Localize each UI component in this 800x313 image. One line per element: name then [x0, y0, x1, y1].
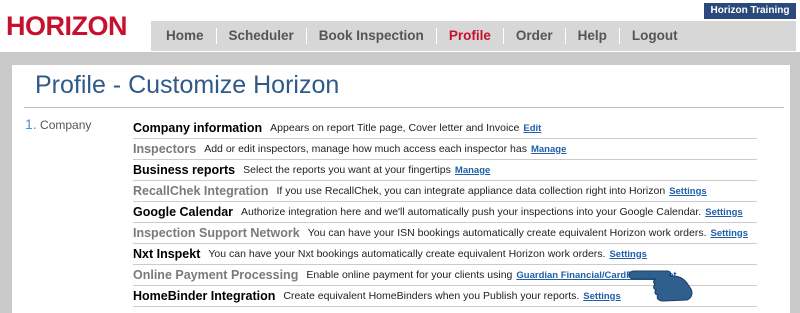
- row-description: Add or edit inspectors, manage how much …: [204, 143, 527, 155]
- row-title: HomeBinder Integration: [133, 289, 276, 303]
- nav-order[interactable]: Order: [504, 28, 566, 44]
- main-nav: Home Scheduler Book Inspection Profile O…: [151, 21, 796, 51]
- isn-settings-link[interactable]: Settings: [711, 228, 748, 239]
- settings-row-google-calendar: Google Calendar Authorize integration he…: [133, 202, 757, 223]
- row-title: Inspectors: [133, 142, 197, 156]
- row-title: Google Calendar: [133, 205, 234, 219]
- settings-row-inspectors: Inspectors Add or edit inspectors, manag…: [133, 139, 757, 160]
- row-description: Authorize integration here and we'll aut…: [241, 206, 702, 218]
- row-title: Nxt Inspekt: [133, 247, 201, 261]
- step-label: 1. Company: [25, 116, 91, 132]
- manage-reports-link[interactable]: Manage: [455, 165, 490, 176]
- row-title: Inspection Support Network: [133, 226, 300, 240]
- title-divider: [24, 107, 784, 108]
- row-description: Enable online payment for your clients u…: [306, 269, 513, 281]
- edit-link[interactable]: Edit: [523, 123, 541, 134]
- homebinder-settings-link[interactable]: Settings: [583, 291, 620, 302]
- nav-logout[interactable]: Logout: [620, 28, 690, 44]
- settings-row-recallchek: RecallChek Integration If you use Recall…: [133, 181, 757, 202]
- nav-scheduler[interactable]: Scheduler: [217, 28, 307, 44]
- pointing-hand-icon: [628, 270, 693, 302]
- row-description: Select the reports you want at your fing…: [243, 164, 451, 176]
- nav-home[interactable]: Home: [151, 28, 217, 44]
- step-number: 1.: [25, 116, 37, 132]
- page-title: Profile - Customize Horizon: [35, 71, 340, 99]
- training-badge: Horizon Training: [704, 3, 796, 19]
- row-description: If you use RecallChek, you can integrate…: [276, 185, 666, 197]
- recallchek-settings-link[interactable]: Settings: [669, 186, 706, 197]
- row-title: RecallChek Integration: [133, 184, 269, 198]
- nav-help[interactable]: Help: [566, 28, 620, 44]
- row-title: Online Payment Processing: [133, 268, 299, 282]
- row-title: Business reports: [133, 163, 236, 177]
- step-name: Company: [40, 118, 92, 132]
- google-calendar-settings-link[interactable]: Settings: [705, 207, 742, 218]
- nav-profile[interactable]: Profile: [437, 28, 504, 44]
- top-bar: HORIZON Horizon Training Home Scheduler …: [0, 0, 800, 52]
- manage-inspectors-link[interactable]: Manage: [531, 144, 566, 155]
- horizon-logo[interactable]: HORIZON: [6, 11, 128, 42]
- nav-book-inspection[interactable]: Book Inspection: [307, 28, 437, 44]
- row-title: Company information: [133, 121, 263, 135]
- settings-row-company-information: Company information Appears on report Ti…: [133, 118, 757, 139]
- row-description: Create equivalent HomeBinders when you P…: [283, 290, 580, 302]
- row-description: Appears on report Title page, Cover lett…: [270, 122, 520, 134]
- settings-row-business-reports: Business reports Select the reports you …: [133, 160, 757, 181]
- settings-row-isn: Inspection Support Network You can have …: [133, 223, 757, 244]
- row-description: You can have your Nxt bookings automatic…: [208, 248, 606, 260]
- nxt-settings-link[interactable]: Settings: [609, 249, 646, 260]
- row-description: You can have your ISN bookings automatic…: [307, 227, 707, 239]
